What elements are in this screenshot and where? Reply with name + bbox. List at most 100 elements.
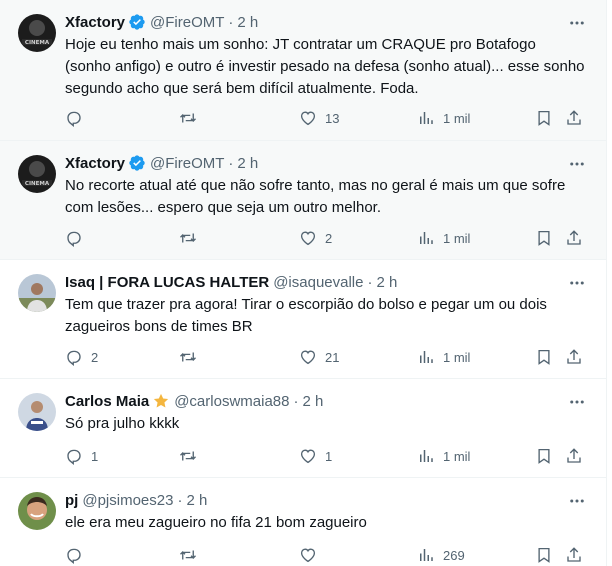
share-button[interactable] (565, 228, 583, 248)
display-name[interactable]: Xfactory (65, 155, 125, 172)
svg-text:CINEMA: CINEMA (25, 40, 50, 46)
more-options-icon[interactable] (568, 393, 586, 411)
reply-icon (65, 348, 83, 366)
share-button[interactable] (565, 446, 583, 466)
user-handle[interactable]: @isaquevalle (273, 274, 363, 291)
views-button[interactable]: 1 mil (417, 446, 470, 466)
reply-icon (65, 229, 83, 247)
tweet[interactable]: CINEMA Xfactory @FireOMT · 2 h No recort… (0, 141, 606, 260)
heart-icon (299, 546, 317, 564)
share-button[interactable] (565, 347, 583, 367)
more-options-icon[interactable] (568, 14, 586, 32)
heart-icon (299, 447, 317, 465)
analytics-icon (417, 447, 435, 465)
more-options-icon[interactable] (568, 274, 586, 292)
avatar[interactable] (18, 393, 56, 431)
bookmark-button[interactable] (535, 108, 553, 128)
retweet-button[interactable] (179, 108, 205, 128)
like-button[interactable] (299, 545, 325, 565)
avatar[interactable] (18, 492, 56, 530)
tweet-text: No recorte atual até que não sofre tanto… (65, 177, 566, 216)
views-button[interactable]: 1 mil (417, 347, 470, 367)
view-count: 1 mil (443, 230, 471, 246)
like-button[interactable]: 1 (299, 446, 332, 466)
view-count: 1 mil (443, 448, 471, 464)
reply-button[interactable] (65, 228, 91, 248)
reply-button[interactable] (65, 108, 91, 128)
bookmark-icon (535, 109, 553, 127)
retweet-button[interactable] (179, 446, 205, 466)
bookmark-icon (535, 229, 553, 247)
timestamp[interactable]: 2 h (237, 155, 258, 172)
views-button[interactable]: 1 mil (417, 228, 470, 248)
bookmark-button[interactable] (535, 545, 553, 565)
heart-icon (299, 109, 317, 127)
like-button[interactable]: 2 (299, 228, 332, 248)
share-button[interactable] (565, 545, 583, 565)
action-bar: 13 1 mil (65, 108, 590, 128)
display-name[interactable]: pj (65, 492, 78, 509)
analytics-icon (417, 109, 435, 127)
action-bar: 1 1 1 mil (65, 446, 590, 466)
timeline-border (606, 0, 607, 566)
bookmark-icon (535, 546, 553, 564)
display-name[interactable]: Carlos Maia (65, 393, 149, 410)
analytics-icon (417, 546, 435, 564)
timestamp[interactable]: 2 h (376, 274, 397, 291)
heart-icon (299, 348, 317, 366)
retweet-button[interactable] (179, 347, 205, 367)
action-bar: 2 1 mil (65, 228, 590, 248)
reply-count: 1 (91, 448, 99, 464)
more-options-icon[interactable] (568, 155, 586, 173)
like-button[interactable]: 21 (299, 347, 339, 367)
tweet[interactable]: CINEMA Xfactory @FireOMT · 2 h Hoje eu t… (0, 0, 606, 141)
views-button[interactable]: 1 mil (417, 108, 470, 128)
user-handle[interactable]: @FireOMT (150, 14, 224, 31)
tweet[interactable]: Carlos Maia @carloswmaia88 · 2 h Só pra … (0, 379, 606, 478)
bookmark-button[interactable] (535, 446, 553, 466)
tweet-text: Tem que trazer pra agora! Tirar o escorp… (65, 296, 547, 335)
like-count: 1 (325, 448, 333, 464)
reply-icon (65, 109, 83, 127)
share-icon (565, 447, 583, 465)
like-count: 2 (325, 230, 333, 246)
retweet-icon (179, 348, 197, 366)
avatar[interactable]: CINEMA (18, 14, 56, 52)
more-options-icon[interactable] (568, 492, 586, 510)
timestamp[interactable]: 2 h (237, 14, 258, 31)
retweet-icon (179, 546, 197, 564)
share-icon (565, 348, 583, 366)
like-button[interactable]: 13 (299, 108, 339, 128)
bookmark-button[interactable] (535, 347, 553, 367)
avatar[interactable] (18, 274, 56, 312)
bookmark-button[interactable] (535, 228, 553, 248)
timestamp[interactable]: 2 h (302, 393, 323, 410)
reply-button[interactable]: 2 (65, 347, 98, 367)
view-count: 1 mil (443, 349, 471, 365)
views-button[interactable]: 269 (417, 545, 465, 565)
reply-icon (65, 546, 83, 564)
separator-dot: · (228, 13, 234, 31)
timestamp[interactable]: 2 h (186, 492, 207, 509)
reply-button[interactable]: 1 (65, 446, 98, 466)
share-icon (565, 109, 583, 127)
share-button[interactable] (565, 108, 583, 128)
display-name[interactable]: Xfactory (65, 14, 125, 31)
user-handle[interactable]: @pjsimoes23 (82, 492, 173, 509)
separator-dot: · (177, 491, 183, 509)
tweet-text: Só pra julho kkkk (65, 415, 180, 432)
tweet[interactable]: pj @pjsimoes23 · 2 h ele era meu zagueir… (0, 478, 606, 566)
retweet-icon (179, 109, 197, 127)
retweet-button[interactable] (179, 228, 205, 248)
retweet-button[interactable] (179, 545, 205, 565)
user-handle[interactable]: @carloswmaia88 (174, 393, 289, 410)
reply-button[interactable] (65, 545, 91, 565)
user-handle[interactable]: @FireOMT (150, 155, 224, 172)
avatar[interactable]: CINEMA (18, 155, 56, 193)
tweet-text: Hoje eu tenho mais um sonho: JT contrata… (65, 36, 585, 97)
star-icon (152, 392, 170, 410)
reply-icon (65, 447, 83, 465)
tweet[interactable]: Isaq | FORA LUCAS HALTER @isaquevalle · … (0, 260, 606, 379)
bookmark-icon (535, 447, 553, 465)
display-name[interactable]: Isaq | FORA LUCAS HALTER (65, 274, 269, 291)
